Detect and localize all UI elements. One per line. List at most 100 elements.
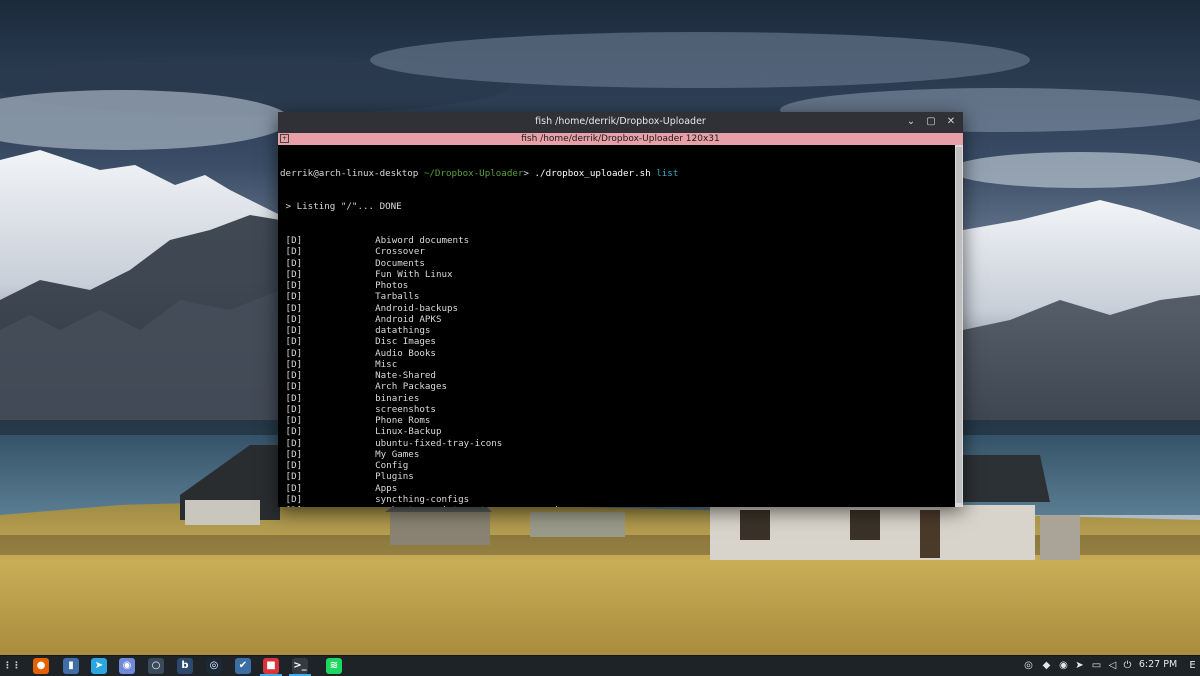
window-titlebar[interactable]: fish /home/derrik/Dropbox-Uploader ⌄ ▢ ✕ [278,112,963,133]
listing-row: [D] datathings [280,325,955,336]
entry-type: [D] [285,336,303,348]
listing-row: [D] Nate-Shared [280,370,955,381]
terminal-scrollbar[interactable] [955,145,963,507]
entry-name: binaries [375,392,420,404]
listing-row: [D] syncthing-configs [280,494,955,505]
entry-name: Android APKS [375,313,442,325]
entry-type: [D] [285,246,303,258]
steam-web-icon[interactable]: ○ [148,658,164,674]
entry-type: [D] [285,426,303,438]
entry-name: Fun With Linux [375,268,453,280]
app-grid-icon[interactable]: ⋮⋮ [3,658,21,674]
entry-type: [D] [285,370,303,381]
telegram-tray-icon[interactable]: ➤ [1073,659,1086,672]
entry-name: Audio Books [375,347,436,359]
volume-tray-icon[interactable]: ◁ [1106,659,1119,672]
entry-name: archsetupscript-master-source-code [375,505,563,507]
listing-row: [D] Plugins [280,471,955,482]
entry-name: screenshots [375,403,436,415]
close-button[interactable]: ✕ [944,115,958,129]
steam-icon[interactable]: ◎ [206,658,222,674]
entry-name: syncthing-configs [375,493,470,505]
entry-name: Documents [375,257,425,269]
listing-row: [D] Documents [280,258,955,269]
listing-row: [D] Arch Packages [280,381,955,392]
notification-tray-icon[interactable]: ▭ [1090,659,1103,672]
listing-row: [D] Misc [280,359,955,370]
listing-entries: [D] Abiword documents [D] Crossover [D] … [280,235,955,507]
spotify-icon[interactable]: ≋ [326,658,342,674]
entry-type: [D] [285,437,303,449]
listing-row: [D] binaries [280,393,955,404]
entry-type: [D] [285,392,303,404]
discord-tray-icon[interactable]: ◉ [1057,659,1070,672]
entry-type: [D] [285,313,303,325]
window-title: fish /home/derrik/Dropbox-Uploader [535,116,706,127]
command-argument: list [656,167,679,179]
listing-row: [D] Apps [280,483,955,494]
entry-type: [D] [285,325,303,336]
entry-name: datathings [375,325,431,336]
terminal-tab[interactable]: + fish /home/derrik/Dropbox-Uploader 120… [278,133,963,145]
entry-type: [D] [285,257,303,269]
listing-row: [D] Linux-Backup [280,426,955,437]
listing-row: [D] Photos [280,280,955,291]
entry-type: [D] [285,381,303,393]
entry-name: Misc [375,358,398,370]
prompt-path: ~/Dropbox-Uploader [423,167,524,179]
tasks-icon[interactable]: ✔ [235,658,251,674]
browser-b-icon[interactable]: b [177,658,193,674]
firefox-icon[interactable]: ● [33,658,49,674]
discord-icon[interactable]: ◉ [119,658,135,674]
show-desktop-icon[interactable]: E [1186,659,1199,672]
prompt-line: derrik@arch-linux-desktop ~/Dropbox-Uplo… [280,168,955,179]
entry-type: [D] [285,415,303,426]
entry-type: [D] [285,268,303,280]
telegram-icon[interactable]: ➤ [91,658,107,674]
red-app-icon[interactable]: ■ [260,658,282,676]
steam-tray-icon[interactable]: ◎ [1022,659,1035,672]
terminal-icon[interactable]: >_ [289,658,311,676]
entry-name: Config [375,460,409,471]
maximize-button[interactable]: ▢ [924,115,938,129]
listing-row: [D] Phone Roms [280,415,955,426]
entry-name: ubuntu-fixed-tray-icons [375,437,503,449]
listing-row: [D] Fun With Linux [280,269,955,280]
prompt-symbol: > [523,167,529,179]
entry-name: My Games [375,448,420,460]
entry-type: [D] [286,505,304,507]
entry-name: Phone Roms [375,415,431,426]
power-tray-icon[interactable]: ⏻ [1121,659,1134,672]
entry-name: Android-backups [375,302,459,314]
listing-row: [D] Config [280,460,955,471]
listing-row: [D] Tarballs [280,291,955,302]
entry-type: [D] [285,403,303,415]
entry-name: Nate-Shared [375,370,436,381]
entry-type: [D] [285,471,303,483]
terminal-window[interactable]: fish /home/derrik/Dropbox-Uploader ⌄ ▢ ✕… [278,112,963,507]
minimize-button[interactable]: ⌄ [904,115,918,129]
clock[interactable]: 6:27 PM [1136,659,1180,670]
entry-type: [D] [285,280,303,291]
entry-type: [D] [285,347,303,359]
entry-name: Arch Packages [375,381,448,393]
dropbox-tray-icon[interactable]: ◆ [1040,659,1053,672]
command-text: ./dropbox_uploader.sh [534,167,651,179]
entry-name: Apps [375,482,398,494]
entry-type: [D] [285,448,303,460]
listing-row: [D] Crossover [280,246,955,257]
listing-row: [D] My Games [280,449,955,460]
listing-row: [D] Disc Images [280,336,955,347]
scrollbar-thumb[interactable] [956,147,962,503]
entry-type: [D] [285,235,303,246]
listing-row: [D] screenshots [280,404,955,415]
prompt-user: derrik@arch-linux-desktop [280,167,419,179]
files-icon[interactable]: ▮ [63,658,79,674]
listing-row: [D] archsetupscript-master-source-code [280,505,955,507]
entry-name: Disc Images [375,336,436,348]
terminal-output[interactable]: derrik@arch-linux-desktop ~/Dropbox-Uplo… [278,145,955,508]
entry-name: Crossover [375,246,425,258]
entry-name: Plugins [375,471,414,483]
entry-type: [D] [285,493,303,505]
tab-title: fish /home/derrik/Dropbox-Uploader 120x3… [521,134,720,144]
